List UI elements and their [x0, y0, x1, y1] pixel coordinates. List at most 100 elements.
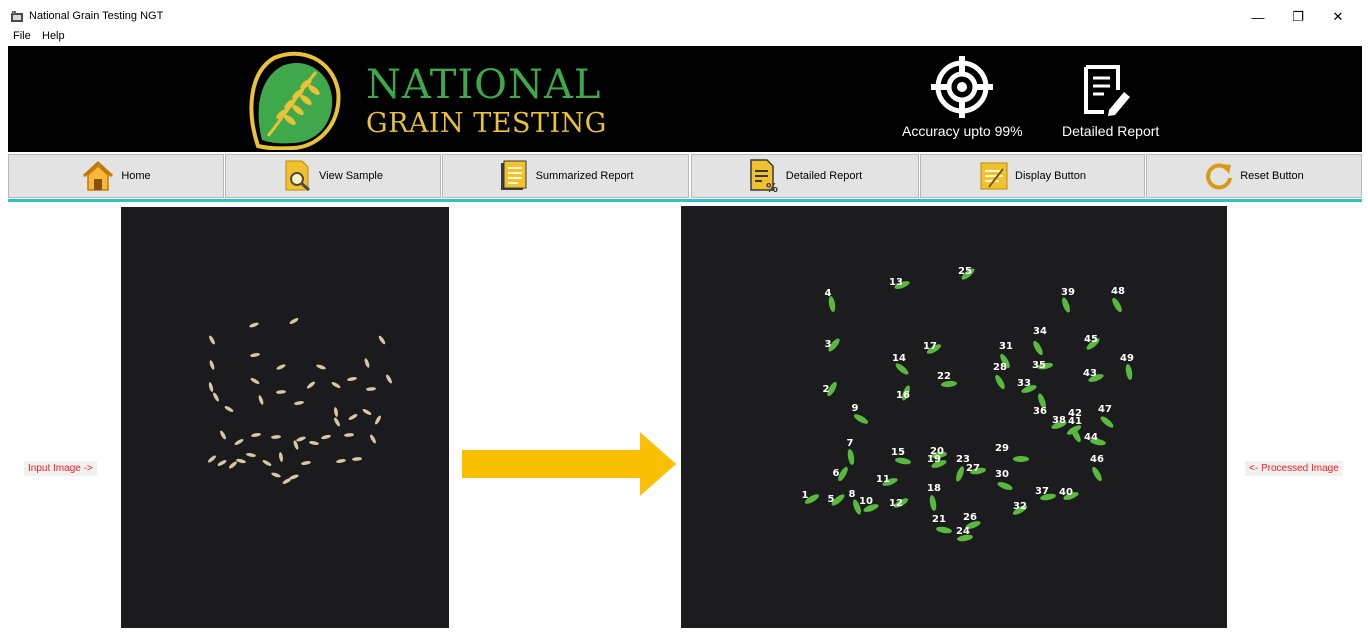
input-grain [282, 478, 292, 484]
input-grain [375, 415, 381, 425]
input-grain [250, 378, 260, 384]
input-grain [209, 360, 215, 370]
input-grain [294, 401, 304, 405]
input-grain [258, 395, 264, 405]
menu-file[interactable]: File [13, 30, 31, 42]
grain-number-label: 22 [937, 371, 951, 382]
input-image [121, 207, 449, 628]
display-button-label: Display Button [1015, 170, 1086, 182]
input-grain [301, 461, 311, 465]
grain-number-label: 14 [892, 353, 906, 364]
home-button[interactable]: Home [8, 154, 224, 198]
reset-icon [1206, 163, 1233, 190]
input-grain [352, 457, 362, 461]
menu-bar: File Help [0, 28, 1368, 46]
detected-grain [1013, 456, 1029, 462]
input-grain [316, 364, 326, 370]
notes-icon [500, 160, 527, 190]
report-edit-icon [1084, 65, 1130, 116]
restore-button[interactable]: ❐ [1278, 4, 1318, 30]
input-grain [362, 409, 372, 415]
close-button[interactable]: ✕ [1318, 4, 1358, 30]
input-grain [209, 335, 215, 345]
input-grain [334, 417, 340, 427]
brand-name-line2: GRAIN TESTING [366, 108, 607, 139]
grain-number-label: 48 [1111, 286, 1125, 297]
window-title: National Grain Testing NGT [29, 10, 164, 22]
grain-number-label: 38 [1052, 415, 1066, 426]
header-banner: NATIONAL GRAIN TESTING Accuracy upto 99%… [8, 46, 1362, 152]
detected-grain [956, 466, 964, 482]
display-icon [980, 162, 1008, 190]
grain-number-label: 24 [956, 526, 970, 537]
input-grain [271, 435, 281, 439]
grain-number-label: 5 [828, 494, 835, 505]
input-grain [378, 335, 386, 345]
minimize-button[interactable]: — [1238, 4, 1278, 30]
input-grain [246, 453, 256, 457]
grain-number-label: 15 [891, 447, 905, 458]
detected-grain [1112, 297, 1122, 313]
detected-grain [995, 374, 1005, 390]
detailed-report-button[interactable]: % Detailed Report [691, 154, 919, 198]
minimize-icon: — [1251, 9, 1265, 25]
processed-image: 1 2 3 4 5 6 7 8 9 10 11 12 13 14 15 16 17 18 19 20 21 22 23 24 2… [681, 206, 1227, 628]
input-grain [217, 460, 227, 466]
input-grain [213, 392, 219, 402]
input-grain [306, 381, 316, 389]
input-grain [344, 433, 354, 437]
input-grain [271, 472, 281, 478]
input-grain [250, 353, 260, 357]
grain-number-label: 28 [993, 362, 1007, 373]
input-grain [364, 358, 370, 368]
grain-number-label: 36 [1033, 406, 1047, 417]
input-grain [262, 460, 272, 466]
grain-number-label: 33 [1017, 378, 1031, 389]
grain-number-label: 10 [859, 496, 873, 507]
reset-button[interactable]: Reset Button [1146, 154, 1362, 198]
target-icon [931, 56, 993, 118]
grain-number-label: 46 [1090, 454, 1104, 465]
summarized-report-label: Summarized Report [535, 170, 634, 182]
close-icon: ✕ [1332, 9, 1344, 24]
input-grain [336, 459, 346, 463]
input-grain [234, 439, 244, 445]
input-grain [228, 461, 238, 469]
grain-number-label: 9 [852, 403, 859, 414]
input-grain [331, 382, 341, 388]
grain-number-label: 44 [1084, 432, 1098, 443]
grain-number-label: 17 [923, 341, 937, 352]
grain-number-label: 29 [995, 443, 1009, 454]
percent-document-icon: % [750, 159, 778, 193]
toolbar: Home View Sample Summarized Report % Det… [8, 154, 1362, 198]
summarized-report-button[interactable]: Summarized Report [442, 154, 689, 198]
grain-number-label: 39 [1061, 287, 1075, 298]
input-grain [249, 322, 259, 328]
input-grain [208, 382, 214, 392]
grain-number-label: 42 [1068, 408, 1082, 419]
menu-help[interactable]: Help [42, 30, 65, 42]
home-button-label: Home [121, 170, 151, 182]
grain-number-label: 6 [833, 468, 840, 479]
display-button[interactable]: Display Button [920, 154, 1145, 198]
detected-grain [929, 495, 937, 511]
input-grain [386, 374, 392, 384]
input-grain [334, 407, 338, 417]
grain-number-label: 43 [1083, 368, 1097, 379]
grain-number-label: 18 [927, 483, 941, 494]
svg-text:%: % [766, 181, 778, 193]
grain-number-label: 35 [1032, 360, 1046, 371]
grain-number-label: 27 [966, 463, 980, 474]
grain-number-label: 8 [849, 489, 856, 500]
input-grain [366, 387, 376, 391]
grain-number-label: 1 [802, 490, 809, 501]
grain-number-label: 3 [825, 339, 832, 350]
input-grain [207, 455, 217, 463]
grain-number-label: 7 [847, 438, 854, 449]
grain-number-label: 2 [823, 384, 830, 395]
input-grain [224, 406, 234, 412]
grain-number-label: 30 [995, 469, 1009, 480]
view-sample-label: View Sample [319, 170, 383, 182]
view-sample-button[interactable]: View Sample [225, 154, 441, 198]
input-grain [276, 364, 286, 370]
